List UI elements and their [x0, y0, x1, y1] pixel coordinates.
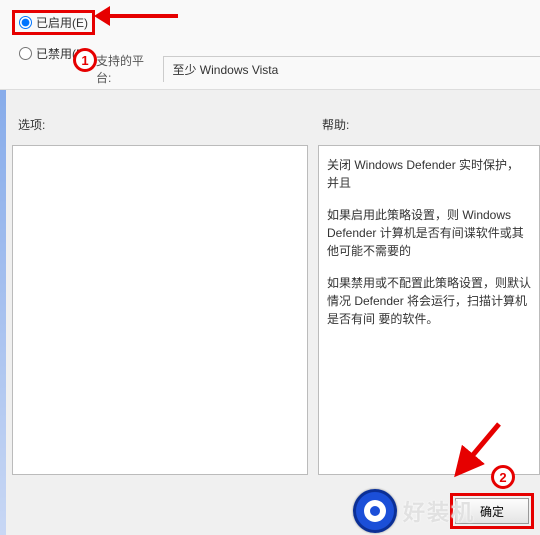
supported-platform-row: 支持的平台: 至少 Windows Vista — [96, 52, 540, 86]
help-label: 帮助: — [322, 116, 349, 133]
dialog-buttons: 确定 — [450, 493, 534, 529]
annotation-number-1: 1 — [73, 48, 97, 72]
policy-state-section: 已启用(E) 已禁用(D) 支持的平台: 至少 Windows Vista — [0, 0, 540, 90]
annotation-arrow-1 — [98, 14, 178, 18]
radio-enabled-row[interactable]: 已启用(E) — [12, 10, 95, 35]
radio-enabled-label: 已启用(E) — [36, 14, 88, 31]
annotation-number-2: 2 — [491, 465, 515, 489]
options-panel — [12, 145, 308, 475]
supported-platform-label: 支持的平台: — [96, 52, 155, 86]
radio-disabled[interactable] — [19, 47, 32, 60]
radio-enabled[interactable] — [19, 16, 32, 29]
help-text: 关闭 Windows Defender 实时保护，并且 — [327, 156, 531, 192]
ok-button[interactable]: 确定 — [455, 498, 529, 524]
panels: 关闭 Windows Defender 实时保护，并且 如果启用此策略设置，则 … — [12, 145, 540, 475]
ok-button-highlight: 确定 — [450, 493, 534, 529]
options-label: 选项: — [18, 116, 45, 133]
supported-platform-value: 至少 Windows Vista — [163, 56, 540, 82]
watermark-logo-icon — [353, 489, 397, 533]
help-text: 如果启用此策略设置，则 Windows Defender 计算机是否有间谍软件或… — [327, 206, 531, 260]
help-text: 如果禁用或不配置此策略设置，则默认情况 Defender 将会运行，扫描计算机是… — [327, 274, 531, 328]
help-panel: 关闭 Windows Defender 实时保护，并且 如果启用此策略设置，则 … — [318, 145, 540, 475]
